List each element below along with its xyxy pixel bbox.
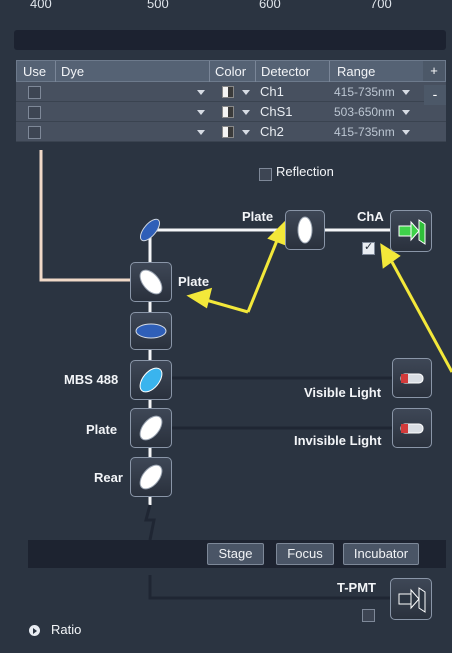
plate-icon [139, 415, 163, 441]
ratio-label[interactable]: Ratio [51, 622, 81, 637]
lamp-icon [400, 373, 424, 384]
cha-checkbox[interactable]: ✓ [362, 241, 375, 255]
plate-icon [139, 464, 163, 490]
break-mark [144, 504, 156, 541]
invisible-light-label: Invisible Light [294, 433, 382, 448]
mbs-mirror-icon [139, 367, 163, 393]
visible-light-label: Visible Light [304, 385, 382, 400]
plate-left-label: Plate [178, 274, 210, 289]
plate-left-button[interactable] [130, 262, 172, 302]
focus-button[interactable]: Focus [276, 543, 334, 565]
visible-light-button[interactable] [392, 358, 432, 398]
plate2-button[interactable] [130, 408, 172, 448]
laser-input-line [39, 150, 132, 282]
invisible-light-button[interactable] [392, 408, 432, 448]
rear-button[interactable] [130, 457, 172, 497]
filter-button[interactable] [130, 312, 172, 350]
plate-top-button[interactable] [285, 210, 325, 250]
cha-label: ChA [357, 209, 384, 224]
tpmt-checkbox[interactable] [362, 609, 375, 622]
tpmt-label: T-PMT [337, 580, 376, 595]
ratio-expand-icon[interactable] [29, 625, 40, 636]
rear-label: Rear [94, 470, 123, 485]
mbs-label: MBS 488 [64, 372, 119, 387]
tpmt-detector-button[interactable] [390, 578, 432, 620]
stage-button[interactable]: Stage [207, 543, 264, 565]
incubator-button[interactable]: Incubator [343, 543, 419, 565]
plate-icon [139, 269, 163, 295]
detector-in-icon [398, 587, 426, 613]
mbs-button[interactable] [130, 360, 172, 400]
checkmark-icon: ✓ [364, 241, 374, 253]
cha-detector-button[interactable] [390, 210, 432, 252]
detector-in-icon [398, 219, 426, 245]
plate2-label: Plate [86, 422, 118, 437]
plate-top-label: Plate [242, 209, 274, 224]
lamp-icon [400, 423, 424, 434]
plate-icon [297, 216, 313, 244]
blue-filter-icon [135, 323, 167, 339]
